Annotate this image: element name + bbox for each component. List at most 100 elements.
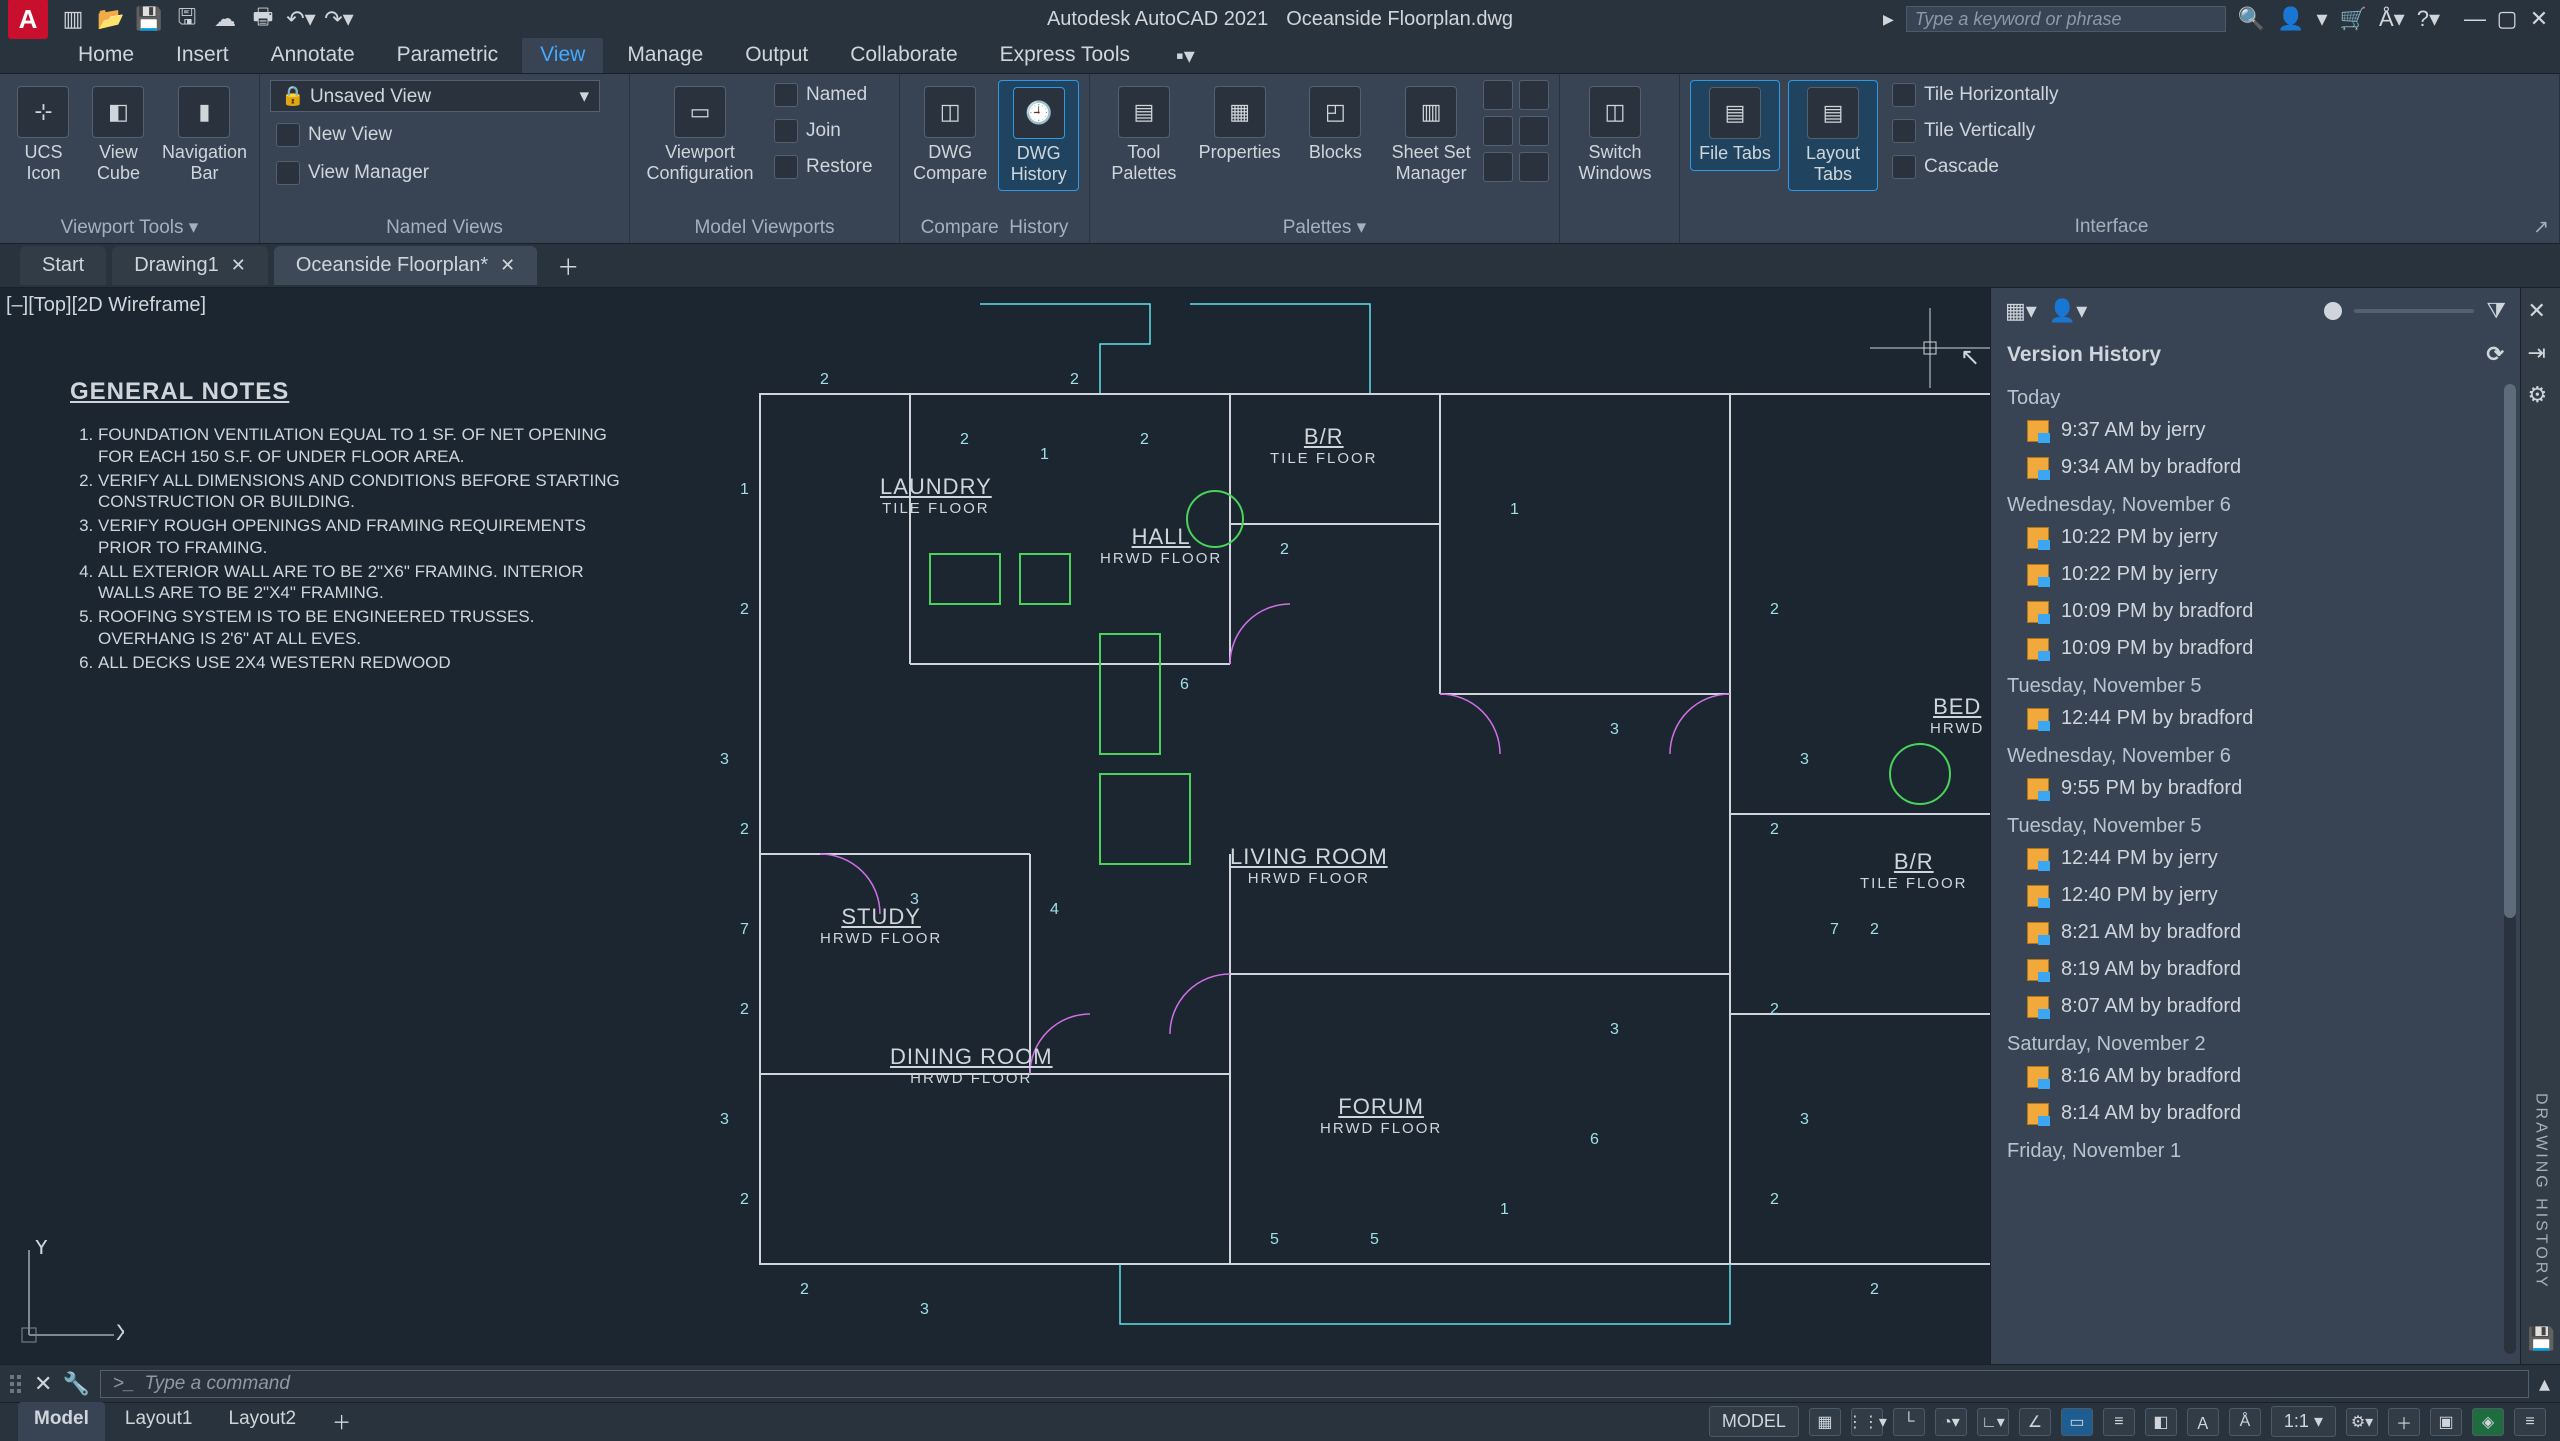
cart-icon[interactable]: 🛒 [2340,6,2367,32]
new-tab-button[interactable]: ＋ [543,242,593,290]
drawing-canvas[interactable]: [–][Top][2D Wireframe] GENERAL NOTES FOU… [0,288,1990,1364]
command-input[interactable]: >_ Type a command [100,1370,2529,1398]
tile-horizontally-button[interactable]: Tile Horizontally [1886,80,2064,110]
named-view-dropdown[interactable]: 🔒 Unsaved View▾ [270,80,600,112]
sheet-set-button[interactable]: ▥Sheet Set Manager [1387,80,1475,189]
tab-annotate[interactable]: Annotate [253,37,373,73]
tab-express[interactable]: Express Tools [982,37,1148,73]
file-tab-drawing1[interactable]: Drawing1✕ [112,246,268,285]
vh-item[interactable]: 12:40 PM by jerry [1999,877,2512,914]
view-manager-button[interactable]: View Manager [270,158,435,188]
tab-featured-apps[interactable]: ▪▾ [1166,39,1205,73]
isolate-icon[interactable]: ＋ [2388,1408,2420,1436]
app-logo[interactable]: A [8,0,48,39]
panel-palettes[interactable]: Palettes ▾ [1100,212,1549,239]
dwg-history-button[interactable]: 🕘DWG History [998,80,1079,191]
workspace-icon[interactable]: ⚙▾ [2346,1408,2378,1436]
grid-icon[interactable]: ▦ [1809,1408,1841,1436]
dynamic-input-icon[interactable]: ▭ [2061,1408,2093,1436]
polar-icon[interactable]: ◔▾ [1935,1408,1967,1436]
customize-icon[interactable]: ≡ [2514,1408,2546,1436]
view-state-label[interactable]: [–][Top][2D Wireframe] [6,294,206,317]
layout-tab-layout1[interactable]: Layout1 [109,1402,209,1441]
viewport-config-button[interactable]: ▭Viewport Configuration [640,80,760,189]
close-icon[interactable]: ✕ [2526,6,2552,32]
vh-item[interactable]: 10:22 PM by jerry [1999,519,2512,556]
vh-item[interactable]: 10:09 PM by bradford [1999,593,2512,630]
qat-saveas-icon[interactable]: 🖫 [172,4,202,34]
layout-tab-layout2[interactable]: Layout2 [213,1402,313,1441]
qat-open-icon[interactable]: 📂 [96,4,126,34]
vh-item[interactable]: 12:44 PM by jerry [1999,840,2512,877]
close-icon[interactable]: ✕ [231,255,246,276]
apps-icon[interactable]: Å▾ [2379,6,2405,32]
strip-collapse-icon[interactable]: ⇥ [2528,340,2554,366]
vh-item[interactable]: 12:44 PM by bradford [1999,700,2512,737]
lineweight-icon[interactable]: ≡ [2103,1408,2135,1436]
filter-icon[interactable]: ⧩ [2486,298,2506,324]
vh-item[interactable]: 9:34 AM by bradford [1999,449,2512,486]
tab-view[interactable]: View [522,37,603,73]
layout-tab-model[interactable]: Model [18,1402,105,1441]
view-cube-button[interactable]: ◧View Cube [85,80,152,189]
hardware-icon[interactable]: ▣ [2430,1408,2462,1436]
palette-extra-4-icon[interactable] [1519,116,1549,146]
search-icon[interactable]: 🔍 [2238,6,2265,32]
properties-button[interactable]: ▦Properties [1196,80,1284,169]
refresh-icon[interactable]: ⟳ [2486,342,2504,367]
qat-save-icon[interactable]: 💾 [134,4,164,34]
file-tab-oceanside[interactable]: Oceanside Floorplan*✕ [274,246,537,285]
ortho-icon[interactable]: └ [1893,1408,1925,1436]
help-icon[interactable]: ?▾ [2417,6,2440,32]
qat-new-icon[interactable]: ▥ [58,4,88,34]
cmd-config-icon[interactable]: 🔧 [62,1371,89,1397]
palette-extra-5-icon[interactable] [1483,152,1513,182]
strip-close-icon[interactable]: ✕ [2528,298,2554,324]
otrack-icon[interactable]: ∠ [2019,1408,2051,1436]
file-tab-start[interactable]: Start [20,246,106,285]
join-viewports-button[interactable]: Join [768,116,879,146]
version-history-list[interactable]: Today9:37 AM by jerry9:34 AM by bradford… [1991,375,2520,1364]
layout-tabs-toggle[interactable]: ▤Layout Tabs [1788,80,1878,191]
new-view-button[interactable]: New View [270,120,398,150]
osnap-icon[interactable]: ∟▾ [1977,1408,2009,1436]
restore-viewports-button[interactable]: Restore [768,152,879,182]
tab-home[interactable]: Home [60,37,152,73]
switch-windows-button[interactable]: ◫Switch Windows [1570,80,1660,189]
anno-scale-icon[interactable]: Å [2229,1408,2261,1436]
vh-item[interactable]: 8:21 AM by bradford [1999,914,2512,951]
close-icon[interactable]: ✕ [500,255,515,276]
tab-collaborate[interactable]: Collaborate [832,37,975,73]
qat-plot-icon[interactable]: 🖶 [248,4,278,34]
vh-item[interactable]: 8:07 AM by bradford [1999,988,2512,1025]
strip-settings-icon[interactable]: ⚙ [2528,382,2554,408]
search-input[interactable]: Type a keyword or phrase [1906,6,2226,32]
minimize-icon[interactable]: — [2462,6,2488,32]
vh-item[interactable]: 8:14 AM by bradford [1999,1095,2512,1132]
file-tabs-toggle[interactable]: ▤File Tabs [1690,80,1780,171]
scale-dropdown[interactable]: 1:1 ▾ [2271,1406,2336,1437]
user-icon[interactable]: 👤 [2277,6,2304,32]
ucs-icon-button[interactable]: ⊹UCS Icon [10,80,77,189]
annotation-icon[interactable]: Ａ [2187,1408,2219,1436]
tab-insert[interactable]: Insert [158,37,247,73]
tab-output[interactable]: Output [727,37,826,73]
vh-item[interactable]: 9:37 AM by jerry [1999,412,2512,449]
tool-palettes-button[interactable]: ▤Tool Palettes [1100,80,1188,189]
palette-extra-2-icon[interactable] [1519,80,1549,110]
vh-item[interactable]: 8:19 AM by bradford [1999,951,2512,988]
palette-extra-6-icon[interactable] [1519,152,1549,182]
qat-cloud-icon[interactable]: ☁ [210,4,240,34]
tile-vertically-button[interactable]: Tile Vertically [1886,116,2064,146]
vh-slider-handle[interactable] [2324,302,2342,320]
strip-save-icon[interactable]: 💾 [2528,1326,2554,1352]
vh-slider-track[interactable] [2354,309,2474,313]
dwg-compare-button[interactable]: ◫DWG Compare [910,80,990,189]
navigation-bar-button[interactable]: ▮Navigation Bar [160,80,249,189]
cmd-history-icon[interactable]: ▴ [2539,1371,2550,1397]
cmd-close-icon[interactable]: ✕ [34,1371,52,1397]
model-space-toggle[interactable]: MODEL [1709,1406,1799,1437]
named-viewports-button[interactable]: Named [768,80,879,110]
snap-icon[interactable]: ⋮⋮▾ [1851,1408,1883,1436]
cmd-grip-icon[interactable] [10,1375,24,1393]
